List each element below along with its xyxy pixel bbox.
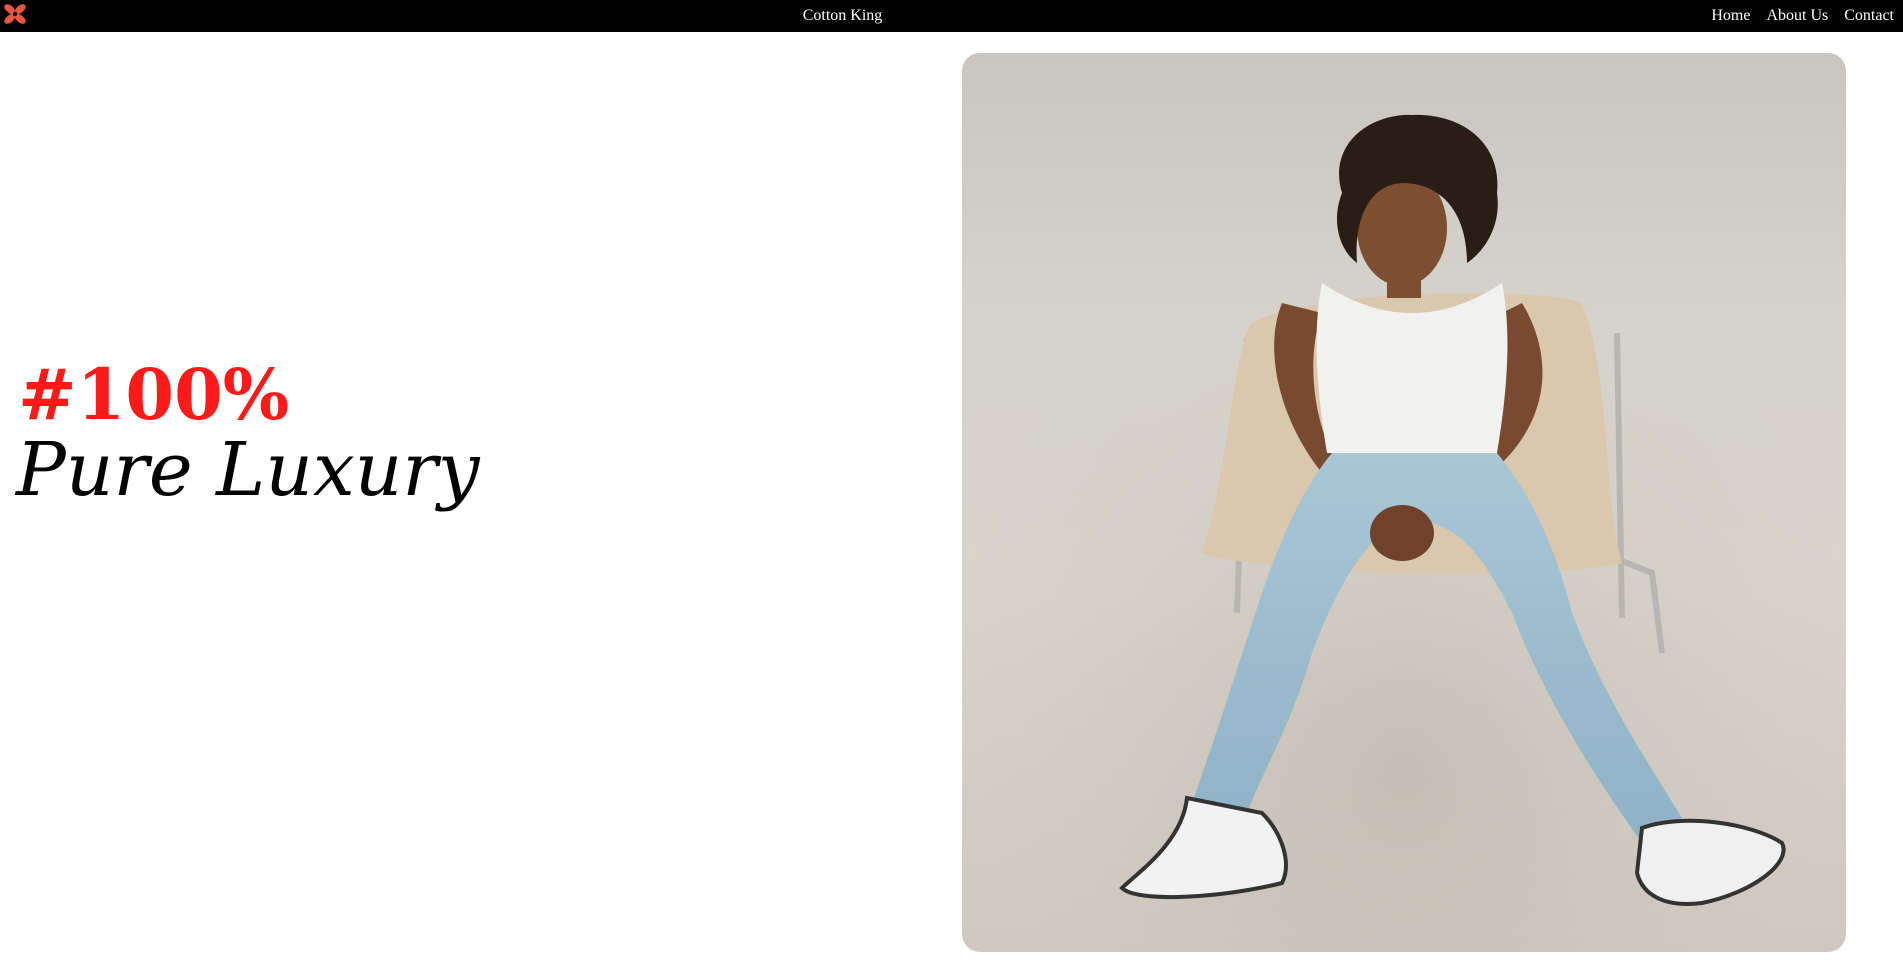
hero-tagline: Pure Luxury (16, 427, 480, 513)
top-navbar: Cotton King Home About Us Contact (0, 0, 1903, 32)
nav-link-about-us[interactable]: About Us (1766, 7, 1828, 25)
model-illustration (962, 53, 1846, 952)
hero-number: #100% (18, 353, 290, 436)
hero-model-photo (962, 53, 1846, 952)
nav-link-contact[interactable]: Contact (1844, 7, 1894, 25)
hero-text-block: #100% Pure Luxury (16, 353, 480, 513)
nav-link-home[interactable]: Home (1711, 7, 1750, 25)
nav-links: Home About Us Contact (1711, 7, 1903, 25)
brand-title: Cotton King (802, 7, 883, 24)
